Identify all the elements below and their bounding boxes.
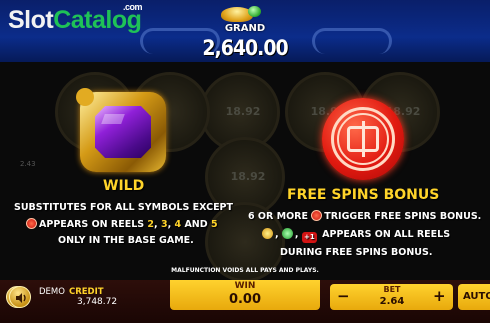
jade-mini-icon — [281, 228, 293, 239]
auto-spin-button[interactable]: AUTO — [458, 284, 490, 310]
bet-increase-button[interactable]: + — [433, 287, 446, 305]
win-value: 0.00 — [228, 292, 262, 307]
malfunction-notice: MALFUNCTION VOIDS ALL PAYS AND PLAYS. — [171, 267, 319, 274]
free-spins-rule-line-3: DURING FREE SPINS BONUS. — [280, 247, 433, 258]
speaker-icon — [16, 293, 26, 303]
wild-rule-line-3: ONLY IN THE BASE GAME. — [58, 235, 194, 246]
gold-ingot-mini-icon — [262, 228, 273, 239]
bet-label: BET — [383, 285, 401, 294]
free-spins-rule-line-1: 6 OR MORE TRIGGER FREE SPINS BONUS. — [248, 210, 482, 222]
top-banner: SlotCatalog .com GRAND 2,640.00 — [0, 0, 490, 62]
shou-glyph-icon — [347, 121, 379, 157]
slotcatalog-logo: SlotCatalog .com — [8, 2, 143, 34]
bet-decrease-button[interactable]: − — [337, 287, 350, 305]
bet-value: 2.64 — [379, 296, 405, 307]
wild-rule-line-1: SUBSTITUTES FOR ALL SYMBOLS EXCEPT — [14, 202, 233, 213]
wild-title: WILD — [103, 178, 145, 194]
win-display: WIN 0.00 — [170, 280, 320, 310]
free-spins-title: FREE SPINS BONUS — [287, 187, 440, 203]
wild-rule-line-2: APPEARS ON REELS 2, 3, 4 AND 5 — [26, 218, 218, 230]
scatter-mini-icon — [311, 210, 323, 221]
wild-gem-symbol — [76, 88, 166, 172]
grand-value: 2,640.00 — [202, 36, 288, 60]
demo-label: DEMO — [39, 287, 65, 297]
grand-label: GRAND — [224, 23, 266, 34]
win-label: WIN — [234, 281, 256, 291]
credit-value: 3,748.72 — [77, 297, 118, 307]
cloud-ornament — [312, 28, 392, 54]
grand-jackpot: GRAND 2,640.00 — [196, 4, 294, 60]
free-spins-coin-symbol — [322, 98, 404, 180]
plus-one-mini-icon: +1 — [301, 232, 317, 243]
bet-control: − BET 2.64 + — [330, 284, 453, 310]
jade-icon — [248, 6, 261, 17]
sound-button[interactable] — [9, 286, 31, 308]
scatter-mini-icon — [26, 218, 37, 229]
free-spins-rule-line-2: , , +1 APPEARS ON ALL REELS — [262, 228, 450, 243]
credit-label: DEMO CREDIT — [39, 287, 104, 297]
